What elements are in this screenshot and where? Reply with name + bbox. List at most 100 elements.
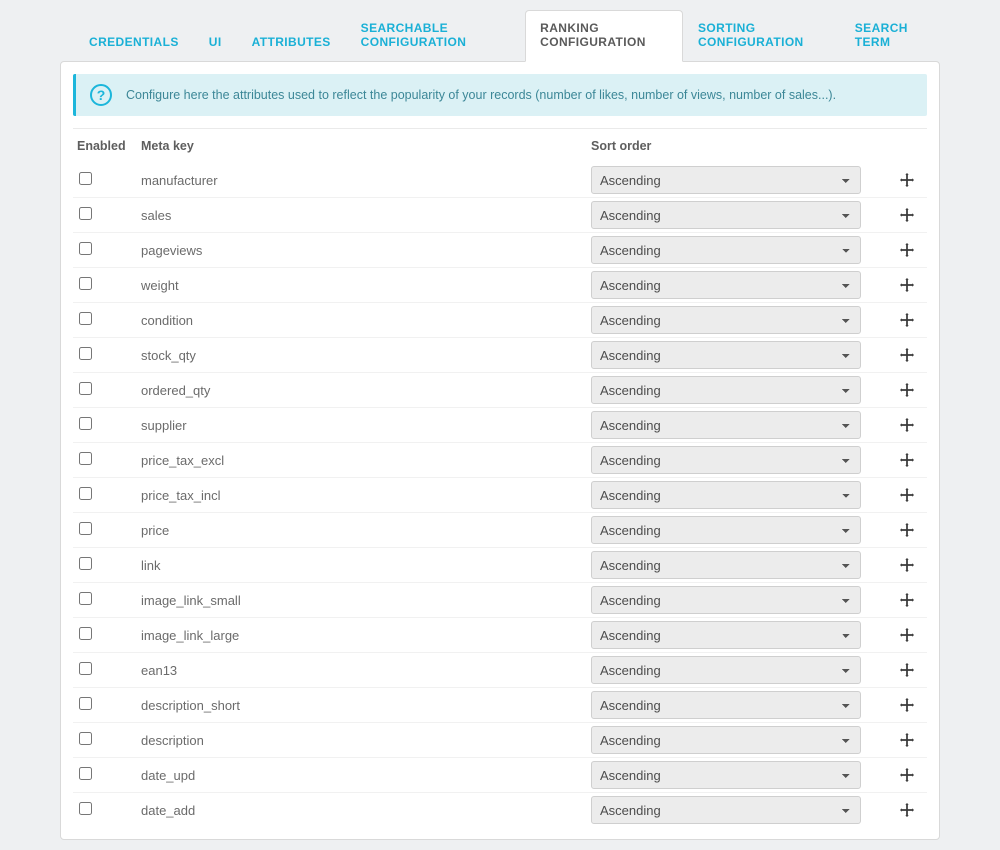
sort-order-select[interactable]: Ascending [591, 446, 861, 474]
drag-handle[interactable] [891, 488, 923, 502]
meta-key-label: price_tax_incl [141, 488, 591, 503]
drag-handle[interactable] [891, 418, 923, 432]
info-banner: ? Configure here the attributes used to … [73, 74, 927, 116]
enabled-checkbox[interactable] [79, 452, 92, 465]
sort-order-select[interactable]: Ascending [591, 376, 861, 404]
drag-handle[interactable] [891, 628, 923, 642]
col-meta-label: Meta key [141, 139, 591, 153]
tab-sorting-configuration[interactable]: SORTING CONFIGURATION [683, 10, 840, 61]
move-icon [900, 593, 914, 607]
drag-handle[interactable] [891, 523, 923, 537]
move-icon [900, 803, 914, 817]
sort-order-select[interactable]: Ascending [591, 586, 861, 614]
sort-order-select[interactable]: Ascending [591, 656, 861, 684]
enabled-checkbox[interactable] [79, 347, 92, 360]
table-row: descriptionAscending [73, 722, 927, 757]
sort-order-select[interactable]: Ascending [591, 341, 861, 369]
drag-handle[interactable] [891, 768, 923, 782]
meta-key-label: price [141, 523, 591, 538]
sort-order-select[interactable]: Ascending [591, 516, 861, 544]
sort-order-select[interactable]: Ascending [591, 796, 861, 824]
move-icon [900, 243, 914, 257]
tab-searchable-configuration[interactable]: SEARCHABLE CONFIGURATION [346, 10, 526, 61]
sort-order-select[interactable]: Ascending [591, 481, 861, 509]
move-icon [900, 768, 914, 782]
col-sort-label: Sort order [591, 139, 891, 153]
drag-handle[interactable] [891, 453, 923, 467]
enabled-checkbox[interactable] [79, 627, 92, 640]
enabled-checkbox[interactable] [79, 592, 92, 605]
drag-handle[interactable] [891, 383, 923, 397]
drag-handle[interactable] [891, 348, 923, 362]
move-icon [900, 628, 914, 642]
sort-order-select[interactable]: Ascending [591, 621, 861, 649]
drag-handle[interactable] [891, 313, 923, 327]
move-icon [900, 453, 914, 467]
move-icon [900, 313, 914, 327]
drag-handle[interactable] [891, 208, 923, 222]
drag-handle[interactable] [891, 243, 923, 257]
drag-handle[interactable] [891, 278, 923, 292]
sort-order-select[interactable]: Ascending [591, 306, 861, 334]
meta-key-label: manufacturer [141, 173, 591, 188]
table-row: priceAscending [73, 512, 927, 547]
enabled-checkbox[interactable] [79, 207, 92, 220]
move-icon [900, 418, 914, 432]
tab-attributes[interactable]: ATTRIBUTES [237, 24, 346, 61]
move-icon [900, 698, 914, 712]
tab-credentials[interactable]: CREDENTIALS [74, 24, 194, 61]
drag-handle[interactable] [891, 803, 923, 817]
tab-search-term[interactable]: SEARCH TERM [840, 10, 940, 61]
meta-key-label: supplier [141, 418, 591, 433]
drag-handle[interactable] [891, 663, 923, 677]
meta-key-label: description [141, 733, 591, 748]
sort-order-select[interactable]: Ascending [591, 551, 861, 579]
enabled-checkbox[interactable] [79, 662, 92, 675]
ranking-panel: ? Configure here the attributes used to … [60, 61, 940, 840]
enabled-checkbox[interactable] [79, 767, 92, 780]
table-row: price_tax_inclAscending [73, 477, 927, 512]
meta-key-label: date_upd [141, 768, 591, 783]
drag-handle[interactable] [891, 173, 923, 187]
tab-ranking-configuration[interactable]: RANKING CONFIGURATION [525, 10, 683, 62]
meta-key-label: stock_qty [141, 348, 591, 363]
meta-key-label: sales [141, 208, 591, 223]
drag-handle[interactable] [891, 698, 923, 712]
enabled-checkbox[interactable] [79, 732, 92, 745]
meta-key-label: condition [141, 313, 591, 328]
meta-key-label: image_link_small [141, 593, 591, 608]
tab-ui[interactable]: UI [194, 24, 237, 61]
drag-handle[interactable] [891, 593, 923, 607]
enabled-checkbox[interactable] [79, 802, 92, 815]
enabled-checkbox[interactable] [79, 242, 92, 255]
table-row: stock_qtyAscending [73, 337, 927, 372]
move-icon [900, 278, 914, 292]
table-header: Enabled Meta key Sort order [73, 128, 927, 163]
col-enabled-label: Enabled [77, 139, 141, 153]
drag-handle[interactable] [891, 558, 923, 572]
drag-handle[interactable] [891, 733, 923, 747]
sort-order-select[interactable]: Ascending [591, 411, 861, 439]
enabled-checkbox[interactable] [79, 172, 92, 185]
sort-order-select[interactable]: Ascending [591, 691, 861, 719]
sort-order-select[interactable]: Ascending [591, 236, 861, 264]
enabled-checkbox[interactable] [79, 277, 92, 290]
sort-order-select[interactable]: Ascending [591, 166, 861, 194]
enabled-checkbox[interactable] [79, 522, 92, 535]
table-row: pageviewsAscending [73, 232, 927, 267]
enabled-checkbox[interactable] [79, 312, 92, 325]
enabled-checkbox[interactable] [79, 382, 92, 395]
enabled-checkbox[interactable] [79, 487, 92, 500]
move-icon [900, 488, 914, 502]
table-row: image_link_largeAscending [73, 617, 927, 652]
enabled-checkbox[interactable] [79, 697, 92, 710]
meta-key-label: pageviews [141, 243, 591, 258]
move-icon [900, 558, 914, 572]
sort-order-select[interactable]: Ascending [591, 201, 861, 229]
sort-order-select[interactable]: Ascending [591, 761, 861, 789]
rows-container: manufacturerAscendingsalesAscendingpagev… [73, 163, 927, 827]
enabled-checkbox[interactable] [79, 557, 92, 570]
enabled-checkbox[interactable] [79, 417, 92, 430]
sort-order-select[interactable]: Ascending [591, 271, 861, 299]
sort-order-select[interactable]: Ascending [591, 726, 861, 754]
